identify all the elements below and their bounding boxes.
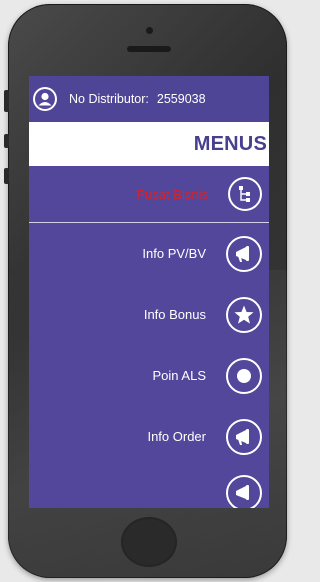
megaphone-icon: [226, 475, 262, 508]
menu-item-info-pv-bv[interactable]: Info PV/BV: [29, 223, 269, 284]
volume-up-button: [4, 134, 9, 148]
earpiece-speaker: [127, 46, 171, 52]
menu-item-label: Info Bonus: [143, 307, 206, 322]
mute-switch: [4, 90, 9, 112]
star-icon: [226, 296, 262, 333]
menu-item-poin-als[interactable]: Poin ALS: [29, 345, 269, 406]
megaphone-icon: [226, 418, 262, 455]
menu-item-info-bonus[interactable]: Info Bonus: [29, 284, 269, 345]
megaphone-icon: [226, 235, 262, 272]
menu-title-bar: MENUS: [29, 122, 269, 166]
menu-item-partial[interactable]: [29, 467, 269, 508]
volume-down-button: [4, 168, 9, 184]
user-avatar-icon[interactable]: [33, 87, 57, 111]
network-icon: [228, 177, 262, 211]
menu-item-info-order[interactable]: Info Order: [29, 406, 269, 467]
dot-icon: [226, 357, 262, 394]
distributor-label: No Distributor:: [69, 92, 149, 106]
menu-item-label: Info Order: [147, 429, 206, 444]
front-camera: [146, 27, 153, 34]
menu-item-label: Pusat Bisnis: [136, 186, 208, 202]
menu-item-label: Poin ALS: [152, 368, 207, 383]
home-button[interactable]: [121, 517, 177, 567]
distributor-number: 2559038: [156, 92, 206, 106]
top-bar: No Distributor: 2559038: [29, 76, 269, 122]
app-screen: No Distributor: 2559038 MENUS Pusat Bisn…: [29, 76, 269, 508]
menu-title: MENUS: [193, 132, 267, 155]
menu-item-label: Info PV/BV: [142, 246, 206, 261]
menu-item-pusat-bisnis[interactable]: Pusat Bisnis: [29, 166, 269, 222]
